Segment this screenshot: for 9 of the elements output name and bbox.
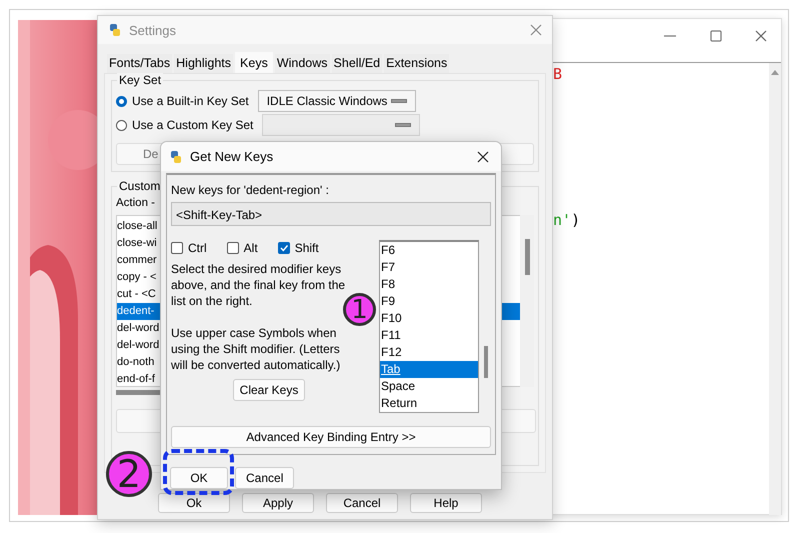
frame-legend: Key Set — [117, 73, 164, 87]
window-title: Settings — [129, 22, 177, 38]
frame-legend: Custom — [117, 179, 162, 193]
prompt-label: New keys for 'dedent-region' : — [171, 183, 330, 199]
window-title: Get New Keys — [190, 149, 274, 164]
help-text: Use upper case Symbols when using the Shift modifier. (Letters will be converted automatically.) — [171, 325, 342, 373]
column-header: Action - — [116, 197, 156, 211]
code-line: B — [553, 65, 564, 83]
code-line: n') — [553, 211, 582, 229]
